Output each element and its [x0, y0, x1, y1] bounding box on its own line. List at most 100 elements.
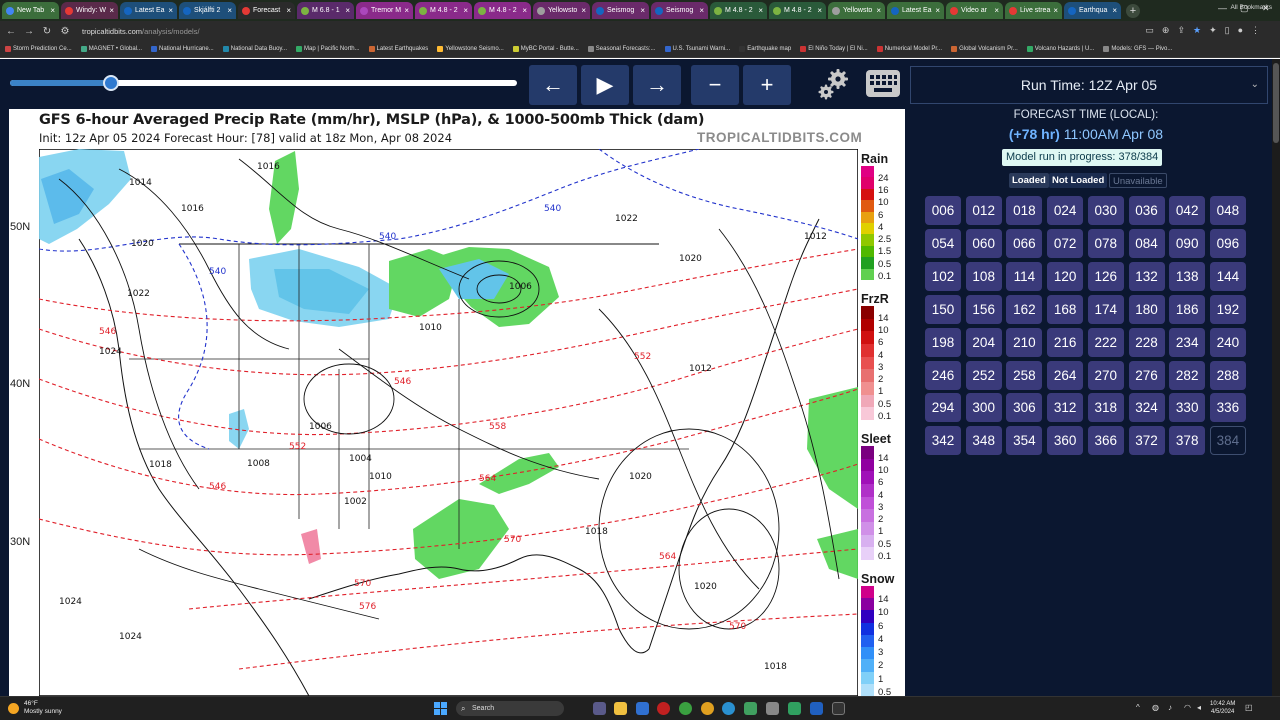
bookmark-item[interactable]: Global Volcanism Pr...	[951, 46, 1018, 52]
forecast-hour-button[interactable]: 042	[1169, 196, 1206, 225]
forecast-hour-button[interactable]: 204	[965, 327, 1002, 357]
tab-close-icon[interactable]: ×	[578, 6, 586, 15]
forecast-hour-button[interactable]: 330	[1169, 393, 1206, 423]
forecast-hour-button[interactable]: 240	[1209, 327, 1246, 357]
forecast-hour-button[interactable]: 288	[1209, 360, 1246, 390]
tray-chevron-icon[interactable]: ^	[1136, 703, 1140, 712]
forecast-hour-button[interactable]: 198	[925, 327, 961, 357]
forecast-hour-button[interactable]: 024	[1047, 196, 1084, 225]
tab-close-icon[interactable]: ×	[755, 6, 763, 15]
windows-start-icon[interactable]	[434, 702, 447, 715]
forecast-hour-button[interactable]: 342	[925, 426, 961, 456]
browser-tab[interactable]: Yellowsto ×	[533, 2, 590, 19]
forecast-hour-button[interactable]: 018	[1006, 196, 1043, 225]
forecast-hour-button[interactable]: 282	[1169, 360, 1206, 390]
app-icon-2[interactable]	[657, 702, 670, 715]
zoom-in-button[interactable]: +	[743, 65, 791, 105]
app-icon-3[interactable]	[701, 702, 714, 715]
browser-tab[interactable]: Tremor M ×	[356, 2, 413, 19]
bookmark-item[interactable]: National Hurricane...	[151, 46, 214, 52]
forecast-hour-button[interactable]: 144	[1209, 261, 1246, 291]
tab-close-icon[interactable]: ×	[47, 6, 55, 15]
tab-close-icon[interactable]: ×	[1109, 6, 1117, 15]
app-icon-5[interactable]	[766, 702, 779, 715]
forecast-hour-button[interactable]: 186	[1169, 294, 1206, 324]
tab-close-icon[interactable]: ×	[401, 6, 409, 15]
tab-close-icon[interactable]: ×	[460, 6, 468, 15]
tab-close-icon[interactable]: ×	[873, 6, 881, 15]
share-icon[interactable]: ⇪	[1177, 25, 1185, 36]
forecast-hour-button[interactable]: 246	[925, 360, 961, 390]
browser-tab[interactable]: M 4.8 - 2 ×	[474, 2, 531, 19]
bookmark-item[interactable]: Yellowstone Seismo...	[437, 46, 504, 52]
forecast-hour-button[interactable]: 318	[1087, 393, 1124, 423]
forecast-hour-button[interactable]: 150	[925, 294, 961, 324]
forecast-hour-button[interactable]: 084	[1128, 228, 1165, 258]
forecast-hour-button[interactable]: 012	[965, 196, 1002, 225]
app-icon-8[interactable]	[832, 702, 845, 715]
forecast-hour-button[interactable]: 222	[1087, 327, 1124, 357]
forecast-hour-button[interactable]: 270	[1087, 360, 1124, 390]
bookmark-item[interactable]: El Niño Today | El Ni...	[800, 46, 868, 52]
extensions-icon[interactable]: ✦	[1209, 25, 1217, 36]
forecast-hour-button[interactable]: 120	[1047, 261, 1084, 291]
volume-icon[interactable]: ◂	[1197, 703, 1201, 712]
run-time-select[interactable]: Run Time: 12Z Apr 05 ⌄	[910, 66, 1268, 104]
tab-close-icon[interactable]: ×	[283, 6, 291, 15]
notifications-icon[interactable]: ◰	[1245, 703, 1253, 712]
forecast-hour-slider[interactable]	[10, 75, 517, 91]
zoom-icon[interactable]: ⊕	[1162, 25, 1170, 36]
sidepanel-icon[interactable]: ▯	[1225, 25, 1230, 36]
bookmark-item[interactable]: Numerical Model Pr...	[876, 46, 942, 52]
forecast-hour-button[interactable]: 138	[1169, 261, 1206, 291]
forecast-hour-button[interactable]: 168	[1047, 294, 1084, 324]
forecast-hour-button[interactable]: 078	[1087, 228, 1124, 258]
new-tab-button[interactable]: +	[1126, 3, 1140, 18]
back-icon[interactable]: ←	[4, 26, 18, 37]
url-field[interactable]: tropicaltidbits.com/analysis/models/	[82, 27, 200, 36]
forecast-hour-button[interactable]: 300	[965, 393, 1002, 423]
tab-close-icon[interactable]: ×	[342, 6, 350, 15]
scrollbar[interactable]	[1272, 59, 1280, 696]
browser-tab[interactable]: New Tab ×	[2, 2, 59, 19]
tab-close-icon[interactable]: ×	[165, 6, 173, 15]
tab-close-icon[interactable]: ×	[991, 6, 999, 15]
bookmark-item[interactable]: MAGNET • Global...	[80, 46, 142, 52]
browser-tab[interactable]: Latest Ea ×	[887, 2, 944, 19]
forecast-hour-button[interactable]: 378	[1169, 426, 1206, 456]
tab-close-icon[interactable]: ×	[814, 6, 822, 15]
forecast-hour-button[interactable]: 132	[1128, 261, 1165, 291]
forecast-hour-button[interactable]: 126	[1087, 261, 1124, 291]
site-info-icon[interactable]: ⚙	[58, 26, 72, 37]
forecast-hour-button[interactable]: 324	[1128, 393, 1165, 423]
bookmark-item[interactable]: Volcano Hazards | U...	[1026, 46, 1094, 52]
forecast-hour-button[interactable]: 108	[965, 261, 1002, 291]
forecast-hour-button[interactable]: 258	[1006, 360, 1043, 390]
forecast-hour-button[interactable]: 066	[1006, 228, 1043, 258]
forecast-hour-button[interactable]: 174	[1087, 294, 1124, 324]
zoom-out-button[interactable]: −	[691, 65, 739, 105]
forecast-hour-button[interactable]: 036	[1128, 196, 1165, 225]
browser-tab[interactable]: Video ar ×	[946, 2, 1003, 19]
forecast-hour-button[interactable]: 102	[925, 261, 961, 291]
forecast-hour-button[interactable]: 114	[1006, 261, 1043, 291]
forecast-hour-button[interactable]: 006	[925, 196, 961, 225]
cast-icon[interactable]: ▭	[1145, 25, 1154, 36]
file-explorer-icon[interactable]	[614, 702, 627, 715]
forecast-hour-button[interactable]: 210	[1006, 327, 1043, 357]
forecast-hour-button[interactable]: 354	[1006, 426, 1043, 456]
tab-close-icon[interactable]: ×	[106, 6, 114, 15]
forecast-hour-button[interactable]: 234	[1169, 327, 1206, 357]
forecast-hour-button[interactable]: 162	[1006, 294, 1043, 324]
forecast-hour-button[interactable]: 372	[1128, 426, 1165, 456]
forecast-hour-button[interactable]: 252	[965, 360, 1002, 390]
forecast-hour-button[interactable]: 054	[925, 228, 961, 258]
forecast-hour-button[interactable]: 090	[1169, 228, 1206, 258]
bookmark-item[interactable]: U.S. Tsunami Warni...	[664, 46, 730, 52]
tab-close-icon[interactable]: ×	[637, 6, 645, 15]
edge-icon[interactable]	[722, 702, 735, 715]
forecast-hour-button[interactable]: 360	[1047, 426, 1084, 456]
weather-widget[interactable]: 46°F Mostly sunny	[8, 700, 62, 716]
forecast-hour-button[interactable]: 048	[1209, 196, 1246, 225]
forecast-hour-button[interactable]: 030	[1087, 196, 1124, 225]
